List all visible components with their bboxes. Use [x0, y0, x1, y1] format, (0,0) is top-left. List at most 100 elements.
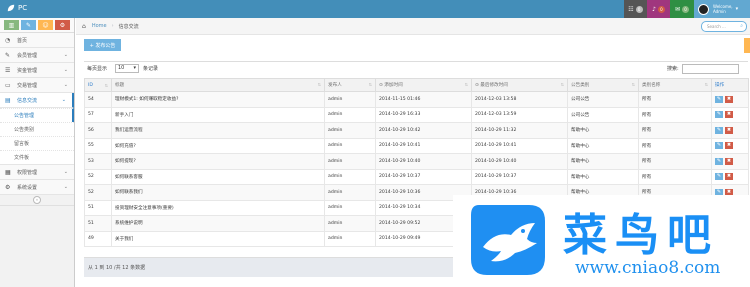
users-shortcut-button[interactable]: ☺: [38, 20, 53, 30]
messages-badge: 0: [682, 5, 690, 13]
filter-input[interactable]: [682, 64, 739, 74]
gear-icon: ⚙: [5, 183, 11, 191]
column-header-label: ID: [88, 82, 93, 88]
settings-toggle-button[interactable]: [744, 38, 750, 53]
cogs-shortcut-button[interactable]: ⚙: [55, 20, 70, 30]
pencil-icon: ✎: [716, 173, 722, 180]
user-info: Welcome, Admin: [713, 4, 733, 14]
delete-button[interactable]: ✖: [725, 173, 733, 181]
cell-title[interactable]: 系统维护说明: [111, 215, 325, 232]
sidebar-item-home[interactable]: ◔ 首页: [0, 33, 74, 48]
sidebar-item-info[interactable]: ▤ 信息交流 ⌄: [0, 93, 74, 108]
pencil-icon: ✎: [716, 111, 722, 118]
cell-author: admin: [324, 91, 376, 108]
edit-button[interactable]: ✎: [715, 95, 723, 103]
delete-button[interactable]: ✖: [725, 126, 733, 134]
cell-actions: ✎✖: [711, 168, 749, 185]
cell-id: 49: [84, 230, 112, 247]
delete-button[interactable]: ✖: [725, 142, 733, 150]
chart-shortcut-button[interactable]: ▥: [4, 20, 19, 30]
submenu-item-messages[interactable]: 留言板: [0, 136, 74, 150]
search-input[interactable]: Search ... ⌕: [701, 21, 747, 32]
add-notice-button[interactable]: + 发布公告: [84, 39, 121, 51]
cell-author: admin: [324, 122, 376, 139]
sidebar-item-permissions[interactable]: ▦ 权限管理 ⌄: [0, 165, 74, 180]
cell-actions: ✎✖: [711, 137, 749, 154]
column-header-id[interactable]: ID ⇅: [84, 78, 112, 92]
column-header-title[interactable]: 标题 ⇅: [111, 78, 325, 92]
cell-title[interactable]: 如何联系客服: [111, 168, 325, 185]
cell-author: admin: [324, 215, 376, 232]
page-length-select[interactable]: 10 ▾: [115, 64, 139, 73]
sidebar-item-funds[interactable]: ☰ 资金管理 ⌄: [0, 63, 74, 78]
column-header-category-name[interactable]: 类别名称 ⇅: [638, 78, 712, 92]
cell-modified: 2014-10-29 10:37: [471, 168, 568, 185]
delete-button[interactable]: ✖: [725, 95, 733, 103]
cell-title[interactable]: 新手入门: [111, 106, 325, 123]
filter-label: 搜索:: [667, 66, 679, 72]
sidebar-item-members[interactable]: ✎ 会员管理 ⌄: [0, 48, 74, 63]
delete-button[interactable]: ✖: [725, 157, 733, 165]
chevron-down-icon: ⌄: [63, 184, 68, 190]
edit-button[interactable]: ✎: [715, 173, 723, 181]
trash-icon: ✖: [726, 126, 732, 133]
sort-icon: ⇅: [704, 82, 708, 87]
submenu-item-files[interactable]: 文件板: [0, 150, 74, 164]
tasks-button[interactable]: ☷ 0: [624, 0, 647, 18]
page-length-suffix: 条记录: [143, 66, 159, 72]
column-header-added[interactable]: ⊙ 添加时间 ⇅: [375, 78, 472, 92]
messages-button[interactable]: ✉ 0: [670, 0, 694, 18]
sidebar-collapse-button[interactable]: «: [0, 195, 74, 206]
cell-title[interactable]: 投资理财安全注意事项(重要): [111, 199, 325, 216]
notifications-button[interactable]: ♪ 0: [647, 0, 670, 18]
cell-author: admin: [324, 153, 376, 170]
cell-id: 54: [84, 91, 112, 108]
cell-id: 53: [84, 153, 112, 170]
cell-title[interactable]: 如何联系我们: [111, 184, 325, 201]
pencil-icon: ✎: [716, 95, 722, 102]
delete-button[interactable]: ✖: [725, 111, 733, 119]
double-chevron-left-icon: «: [33, 196, 41, 204]
sidebar-item-label: 会员管理: [17, 52, 38, 59]
column-header-modified[interactable]: ⊙ 最后修改时间 ⇅: [471, 78, 568, 92]
watermark: 菜鸟吧 www.cniao8.com: [453, 195, 750, 287]
column-header-author[interactable]: 发布人 ⇅: [324, 78, 376, 92]
sort-icon: ⇅: [560, 82, 564, 87]
sidebar-item-trades[interactable]: ▭ 交易管理 ⌄: [0, 78, 74, 93]
sidebar-item-settings[interactable]: ⚙ 系统设置 ⌄: [0, 180, 74, 195]
cell-added: 2014-10-29 10:37: [375, 168, 472, 185]
cell-id: 56: [84, 122, 112, 139]
user-menu[interactable]: Welcome, Admin ▾: [694, 0, 750, 18]
cell-modified: 2014-12-03 13:58: [471, 91, 568, 108]
brand[interactable]: PC: [7, 4, 27, 12]
submenu-item-notices[interactable]: 公告管理: [0, 108, 74, 122]
pencil-shortcut-button[interactable]: ✎: [21, 20, 36, 30]
edit-button[interactable]: ✎: [715, 142, 723, 150]
column-header-category[interactable]: 公告类别 ⇅: [567, 78, 639, 92]
cogs-icon: ⚙: [59, 21, 66, 29]
cell-title[interactable]: 如何充值?: [111, 137, 325, 154]
breadcrumb-home-link[interactable]: Home: [92, 23, 107, 29]
edit-button[interactable]: ✎: [715, 126, 723, 134]
trash-icon: ✖: [726, 95, 732, 102]
cell-category-name: 所有: [638, 91, 712, 108]
trash-icon: ✖: [726, 157, 732, 164]
home-icon[interactable]: ⌂: [82, 23, 86, 30]
edit-button[interactable]: ✎: [715, 157, 723, 165]
sidebar-item-label: 信息交流: [17, 97, 38, 104]
submenu-item-categories[interactable]: 公告类别: [0, 122, 74, 136]
cell-author: admin: [324, 199, 376, 216]
edit-button[interactable]: ✎: [715, 111, 723, 119]
table-row: 56 我们运营流程 admin 2014-10-29 10:42 2014-10-29 …: [84, 122, 749, 139]
pencil-icon: ✎: [716, 142, 722, 149]
cell-title[interactable]: 关于我们: [111, 230, 325, 247]
cell-title[interactable]: 我们运营流程: [111, 122, 325, 139]
breadcrumb-separator: ›: [111, 23, 114, 29]
cell-title[interactable]: 理财模式1: 如何赚取稳定收益?: [111, 91, 325, 108]
cell-title[interactable]: 如何提现?: [111, 153, 325, 170]
page-length-label: 每页显示: [87, 66, 108, 72]
top-navbar: PC ☷ 0 ♪ 0 ✉ 0 Welcome, Admin ▾: [0, 0, 750, 18]
sort-icon: ⇅: [317, 82, 321, 87]
cell-id: 52: [84, 168, 112, 185]
chevron-down-icon: ⌄: [63, 67, 68, 73]
